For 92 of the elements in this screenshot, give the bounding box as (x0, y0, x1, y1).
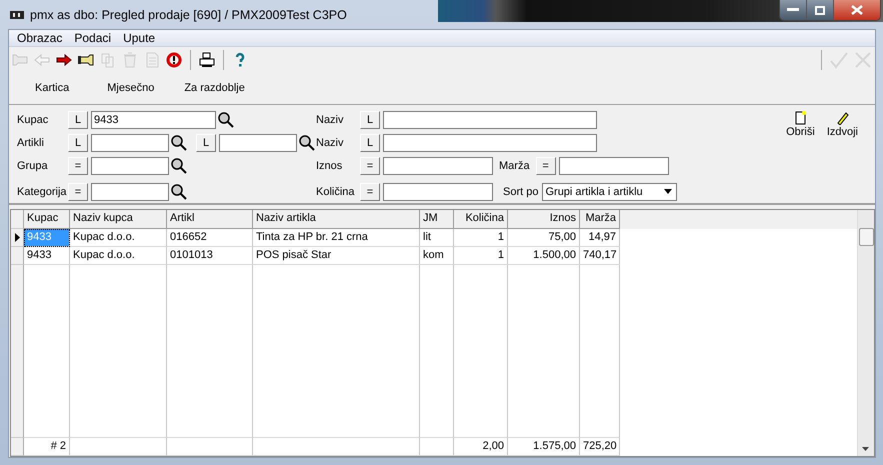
arrow-right-icon[interactable] (55, 52, 73, 68)
operator-button[interactable]: L (196, 134, 216, 152)
close-icon (851, 5, 863, 15)
maximize-icon (815, 6, 825, 14)
row-header (11, 210, 24, 229)
field-label: Kupac (17, 114, 50, 126)
table-cell: kom (420, 247, 454, 265)
minimize-button[interactable] (780, 0, 807, 20)
app-icon (10, 10, 24, 18)
operator-button[interactable]: L (68, 111, 88, 130)
menu-item[interactable]: Obrazac (11, 31, 68, 45)
table-cell: 9433 (24, 247, 70, 265)
input-field[interactable] (383, 134, 597, 152)
table-cell: 1.500,00 (508, 247, 580, 265)
search-icon[interactable] (170, 134, 188, 152)
sort-dropdown[interactable]: Grupi artikla i artiklu (542, 182, 678, 201)
row-header[interactable] (11, 229, 24, 247)
operator-button[interactable]: L (360, 111, 380, 130)
scroll-down-icon[interactable] (862, 447, 869, 451)
input-field[interactable] (383, 111, 597, 130)
input-field[interactable] (383, 182, 493, 201)
input-field[interactable] (91, 134, 169, 152)
pencil-icon (835, 111, 850, 125)
field-label: Marža (499, 160, 530, 172)
input-field[interactable] (91, 156, 169, 175)
window-title: pmx as dbo: Pregled prodaje [690] / PMX2009Test C3PO (30, 8, 347, 22)
operator-button[interactable]: = (68, 182, 88, 201)
total-cell: 1.575,00 (508, 438, 580, 456)
column-header[interactable]: Artikl (167, 210, 253, 229)
search-icon[interactable] (170, 156, 188, 175)
column-header[interactable]: Iznos (508, 210, 580, 229)
maximize-button[interactable] (807, 0, 834, 20)
field-label: Grupa (17, 160, 49, 172)
minimize-icon (787, 8, 799, 12)
table-cell: Tinta za HP br. 21 crna (253, 229, 420, 247)
column-header[interactable]: JM (420, 210, 454, 229)
search-icon[interactable] (170, 182, 188, 201)
menu-item[interactable]: Podaci (68, 31, 118, 45)
input-field[interactable] (91, 182, 169, 201)
column-header[interactable]: Naziv kupca (70, 210, 167, 229)
field-label: Sort po (503, 186, 538, 198)
total-cell: 725,20 (580, 438, 620, 456)
table-cell: 0101013 (167, 247, 253, 265)
empty-cell (420, 438, 454, 456)
tab[interactable]: Za razdoblje (176, 82, 253, 94)
table-cell: 740,17 (580, 247, 620, 265)
clear-button[interactable]: Obriši (783, 111, 818, 138)
operator-button[interactable]: = (68, 156, 88, 175)
vertical-scrollbar[interactable] (857, 210, 874, 456)
table-cell: 016652 (167, 229, 253, 247)
tab[interactable]: Mjesečno (99, 82, 162, 94)
row-pointer-icon (14, 233, 20, 242)
tab[interactable]: Kartica (27, 82, 78, 94)
column-header[interactable]: Količina (454, 210, 508, 229)
column-header[interactable]: Marža (580, 210, 620, 229)
input-field[interactable]: 9433 (91, 111, 216, 130)
input-field[interactable] (383, 156, 493, 175)
table-cell: 14,97 (580, 229, 620, 247)
operator-button[interactable]: = (536, 156, 556, 175)
table-cell: 9433 (24, 229, 70, 247)
field-label: Kategorija (17, 186, 68, 198)
extract-button[interactable]: Izdvoji (824, 111, 861, 138)
table-cell: 1 (454, 229, 508, 247)
table-cell: 75,00 (508, 229, 580, 247)
field-label: Naziv (316, 114, 345, 126)
search-icon[interactable] (217, 111, 235, 130)
field-label: Količina (316, 186, 356, 198)
table-cell: Kupac d.o.o. (70, 247, 167, 265)
table-cell: lit (420, 229, 454, 247)
field-label: Naziv (316, 137, 345, 150)
field-label: Iznos (316, 160, 344, 172)
close-button[interactable] (834, 0, 880, 20)
operator-button[interactable]: L (68, 134, 88, 152)
input-field[interactable] (219, 134, 297, 152)
menu-item[interactable]: Upute (117, 31, 162, 45)
operator-button[interactable]: = (360, 156, 380, 175)
column-header[interactable]: Naziv artikla (253, 210, 420, 229)
table-cell: 1 (454, 247, 508, 265)
print-icon[interactable] (198, 52, 216, 68)
field-label: Artikli (17, 137, 45, 150)
operator-button[interactable]: = (360, 182, 380, 201)
column-header[interactable]: Kupac (24, 210, 70, 229)
total-cell: # 2 (24, 438, 70, 456)
document-icon (793, 111, 808, 125)
search-icon[interactable] (298, 134, 316, 152)
table-cell: Kupac d.o.o. (70, 229, 167, 247)
total-cell: 2,00 (454, 438, 508, 456)
table-cell: POS pisač Star (253, 247, 420, 265)
dropdown-arrow-icon (664, 189, 672, 194)
scroll-thumb[interactable] (859, 228, 874, 246)
operator-button[interactable]: L (360, 134, 380, 152)
input-field[interactable] (558, 156, 669, 175)
